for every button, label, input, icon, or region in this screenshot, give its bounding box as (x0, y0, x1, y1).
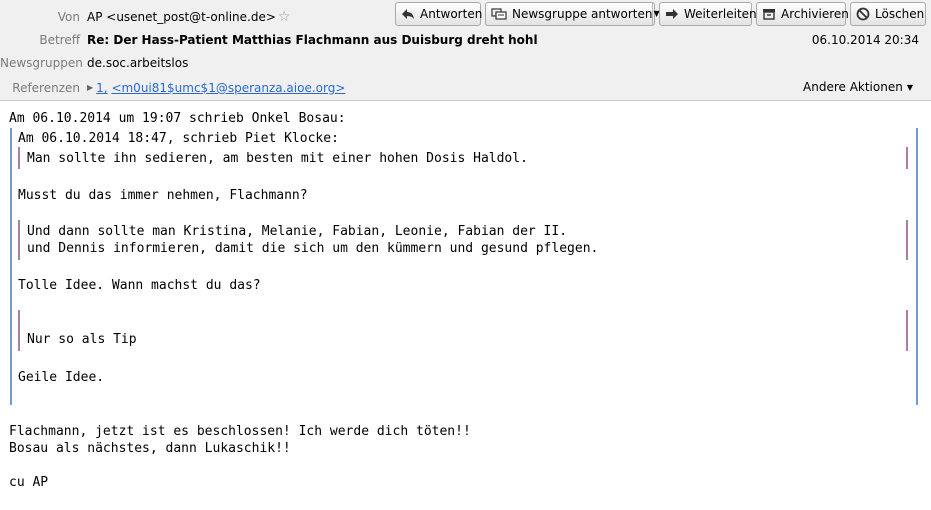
attribution-outer: Am 06.10.2014 um 19:07 schrieb Onkel Bos… (9, 111, 346, 126)
reply-button-label[interactable]: Antworten (420, 3, 482, 25)
reply-arrow-icon (402, 9, 414, 19)
from-value[interactable]: AP <usenet_post@t-online.de> ☆ (87, 7, 290, 27)
reply-newsgroup-label[interactable]: Newsgruppe antworten (512, 3, 652, 25)
reply-line: Musst du das immer nehmen, Flachmann? (18, 188, 308, 203)
blockquote-level-2-left (18, 310, 20, 351)
signature: cu AP (9, 475, 49, 490)
quote-line: und Dennis informieren, damit die sich u… (27, 241, 599, 256)
archive-button-label[interactable]: Archivieren (781, 3, 849, 25)
reply-line: Geile Idee. (18, 370, 105, 385)
references-value: ▶ 1, <m0ui81$umc$1@speranza.aioe.org> (87, 78, 345, 98)
references-label: Referenzen (12, 81, 80, 95)
reference-message-id-link[interactable]: <m0ui81$umc$1@speranza.aioe.org> (111, 81, 345, 95)
attribution-inner: Am 06.10.2014 18:47, schrieb Piet Klocke… (18, 131, 339, 146)
archive-box-icon (763, 9, 775, 20)
blockquote-level-2-right (906, 310, 908, 351)
archive-button[interactable]: Archivieren (756, 2, 849, 26)
message-date: 06.10.2014 20:34 (811, 33, 919, 47)
reply-newsgroup-button[interactable]: Newsgruppe antworten ▼ (485, 2, 660, 26)
forward-button[interactable]: Weiterleiten (659, 2, 757, 26)
chevron-down-icon[interactable]: ▼ (907, 83, 913, 92)
message-header: Von AP <usenet_post@t-online.de> ☆ Betref… (0, 0, 931, 101)
quote-line: Man sollte ihn sedieren, am besten mit e… (27, 151, 528, 166)
newsgroups-value[interactable]: de.soc.arbeitslos (87, 53, 188, 73)
quote-line: Und dann sollte man Kristina, Melanie, F… (27, 224, 568, 239)
blockquote-level-2-right (906, 220, 908, 260)
reply-line: Tolle Idee. Wann machst du das? (18, 278, 261, 293)
blockquote-level-1 (10, 128, 918, 405)
body-line: Flachmann, jetzt ist es beschlossen! Ich… (9, 424, 471, 439)
newsgroup-icon (491, 8, 507, 20)
blockquote-level-2-left (18, 147, 20, 169)
blockquote-level-2-right (906, 147, 908, 169)
body-line: Bosau als nächstes, dann Lukaschik!! (9, 441, 291, 456)
subject-value: Re: Der Hass-Patient Matthias Flachmann … (87, 33, 538, 47)
forward-arrow-icon (666, 9, 678, 19)
subject-label: Betreff (39, 33, 80, 47)
reply-button[interactable]: Antworten (395, 2, 482, 26)
from-label: Von (57, 10, 80, 24)
from-address[interactable]: AP <usenet_post@t-online.de> (87, 10, 276, 24)
delete-circle-icon (856, 7, 870, 21)
delete-button[interactable]: Löschen (850, 2, 926, 26)
star-icon[interactable]: ☆ (278, 9, 291, 25)
newsgroups-label: Newsgruppen (0, 56, 83, 70)
other-actions-label[interactable]: Andere Aktionen (803, 80, 903, 94)
delete-button-label[interactable]: Löschen (875, 3, 924, 25)
expand-triangle-icon[interactable]: ▶ (87, 83, 93, 92)
forward-button-label[interactable]: Weiterleiten (684, 3, 757, 25)
blockquote-level-2-left (18, 220, 20, 260)
reference-number-link[interactable]: 1, (96, 81, 107, 95)
quote-line: Nur so als Tip (27, 332, 137, 347)
other-actions-menu[interactable]: Andere Aktionen ▼ (803, 77, 913, 97)
